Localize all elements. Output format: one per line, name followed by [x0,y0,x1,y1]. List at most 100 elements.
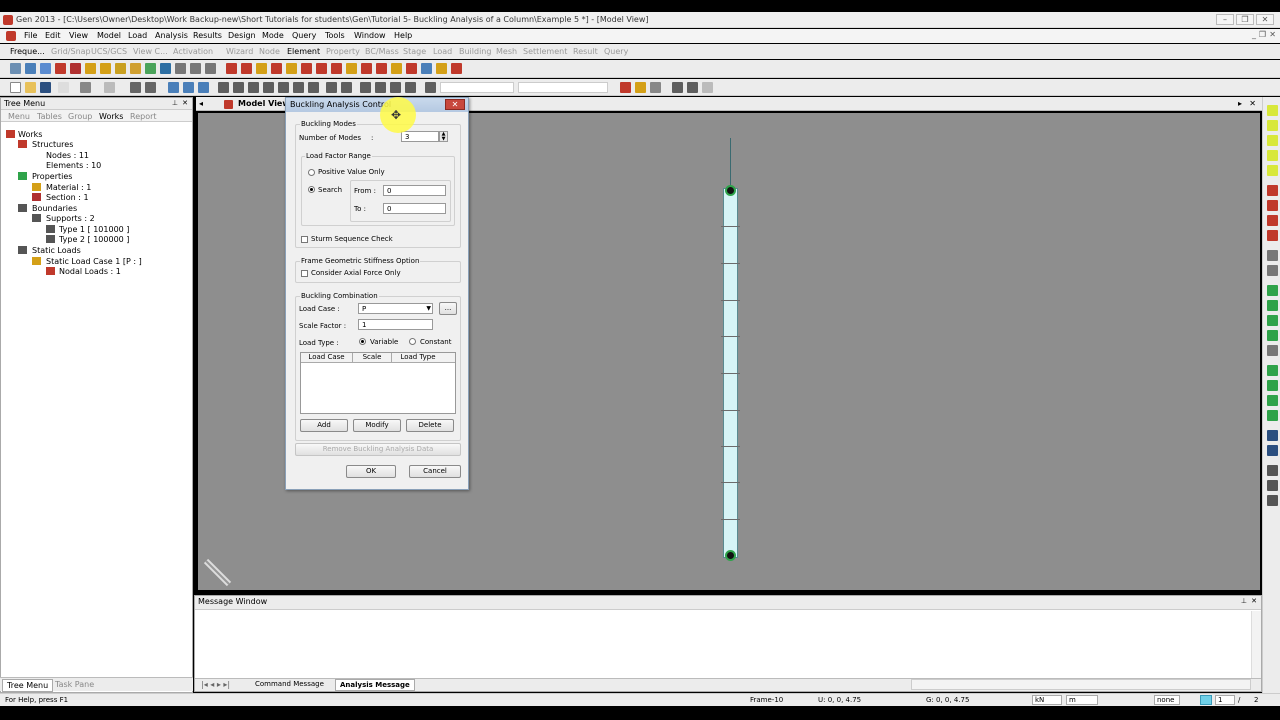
property-select-icon[interactable] [145,63,156,74]
cut-icon[interactable] [58,82,69,93]
tab-bc-mass[interactable]: BC/Mass [365,47,399,56]
scroll-right-icon[interactable]: ▸ [1238,99,1242,108]
tab-grid-snap[interactable]: Grid/Snap [51,47,91,56]
tree-item-nodal-loads[interactable]: Nodal Loads : 1 [59,267,121,276]
cancel-button[interactable]: Cancel [409,465,461,478]
tab-result[interactable]: Result [573,47,598,56]
front-view-icon[interactable] [308,82,319,93]
renumber-icon[interactable] [391,63,402,74]
menu-help[interactable]: Help [394,31,412,40]
tree-item-works[interactable]: Works [18,130,42,139]
tab-load[interactable]: Load [433,47,452,56]
tab-stage[interactable]: Stage [403,47,426,56]
perspective-icon[interactable] [390,82,401,93]
tab-task-pane[interactable]: Task Pane [55,680,94,689]
close-button[interactable]: ✕ [1256,14,1274,25]
measure-icon[interactable] [1267,250,1278,261]
copy-image-icon[interactable] [1267,445,1278,456]
tree-item-support-type-1[interactable]: Type 1 [ 101000 ] [59,225,129,234]
redo-icon[interactable] [104,82,115,93]
dialog-close-button[interactable]: ✕ [445,99,465,110]
constant-radio[interactable] [409,338,416,345]
tool-a-icon[interactable] [175,63,186,74]
view-c-icon[interactable] [198,82,209,93]
modes-spinner[interactable]: ▲ ▼ [439,131,448,142]
rotate-element-icon[interactable] [256,63,267,74]
undo-icon[interactable] [80,82,91,93]
pin-icon[interactable]: ⊥ [1241,597,1247,605]
translate-element-icon[interactable] [241,63,252,74]
tab-tables[interactable]: Tables [37,112,62,121]
rotate-y-icon[interactable] [1267,380,1278,391]
page-current[interactable]: 1 [1215,695,1235,705]
zoom-in-icon[interactable] [1267,105,1278,116]
tab-ucs-gcs[interactable]: UCS/GCS [91,47,127,56]
tab-menu[interactable]: Menu [8,112,30,121]
reverse-icon[interactable] [436,63,447,74]
tab-view-control[interactable]: View C... [133,47,168,56]
variable-radio[interactable] [359,338,366,345]
positive-only-radio[interactable] [308,169,315,176]
menu-load[interactable]: Load [128,31,147,40]
zoom-window-icon[interactable] [233,82,244,93]
element-select-icon[interactable] [100,63,111,74]
menu-results[interactable]: Results [193,31,222,40]
sturm-checkbox[interactable] [301,236,308,243]
menu-edit[interactable]: Edit [45,31,61,40]
ok-button[interactable]: OK [346,465,396,478]
length-unit-select[interactable]: m [1066,695,1098,705]
col-scale[interactable]: Scale [353,353,392,363]
mdi-close-icon[interactable]: ✕ [1269,30,1276,39]
menu-query[interactable]: Query [292,31,316,40]
tab-activation[interactable]: Activation [173,47,213,56]
print-preview-icon[interactable] [145,82,156,93]
grid-a-icon[interactable] [672,82,683,93]
remove-buckling-button[interactable]: Remove Buckling Analysis Data [295,443,461,456]
iso-view-icon[interactable] [278,82,289,93]
extrude-icon[interactable] [286,63,297,74]
zoom-window-right-icon[interactable] [1267,135,1278,146]
pan-right-icon[interactable] [1267,165,1278,176]
iso-c-icon[interactable] [1267,315,1278,326]
rotate-view-icon[interactable] [263,82,274,93]
select-icon[interactable] [25,63,36,74]
menu-file[interactable]: File [24,31,37,40]
scale-icon[interactable] [346,63,357,74]
tab-wizard[interactable]: Wizard [226,47,253,56]
mirror-element-icon[interactable] [271,63,282,74]
add-button[interactable]: Add [300,419,348,432]
tab-tree-menu[interactable]: Tree Menu [2,679,54,692]
snap-icon[interactable] [10,63,21,74]
color-toggle-icon[interactable] [1200,695,1212,705]
create-element-icon[interactable] [226,63,237,74]
scale-factor-input[interactable]: 1 [358,319,433,330]
pointer-icon[interactable] [425,82,436,93]
tab-command-message[interactable]: Command Message [255,680,324,688]
pin-icon[interactable]: ⊥ [172,99,178,107]
unselect-icon[interactable] [55,63,66,74]
scroll-left-icon[interactable]: ◂ [199,99,203,108]
open-folder-icon[interactable] [25,82,36,93]
mdi-restore-icon[interactable]: ❐ [1259,30,1266,39]
dialog-title-bar[interactable]: Buckling Analysis Control ✕ [286,98,468,112]
load-case-more-button[interactable]: ... [439,302,457,315]
arrow-up-icon[interactable] [1267,215,1278,226]
menu-design[interactable]: Design [228,31,256,40]
tab-group[interactable]: Group [68,112,92,121]
delete-button[interactable]: Delete [406,419,454,432]
view-a-icon[interactable] [168,82,179,93]
iso-b-icon[interactable] [1267,300,1278,311]
tool-c-icon[interactable] [205,63,216,74]
bottom-support-node[interactable] [725,550,736,561]
tree-item-properties[interactable]: Properties [32,172,72,181]
tab-settlement[interactable]: Settlement [523,47,567,56]
monitor-icon[interactable] [160,63,171,74]
menu-analysis[interactable]: Analysis [155,31,188,40]
top-view-icon[interactable] [293,82,304,93]
search-icon[interactable] [1267,465,1278,476]
tree-item-static-loads[interactable]: Static Loads [32,246,81,255]
tab-works[interactable]: Works [99,112,123,121]
merge-element-icon[interactable] [316,63,327,74]
tab-frequent[interactable]: Freque... [10,47,45,56]
menu-mode[interactable]: Mode [262,31,284,40]
